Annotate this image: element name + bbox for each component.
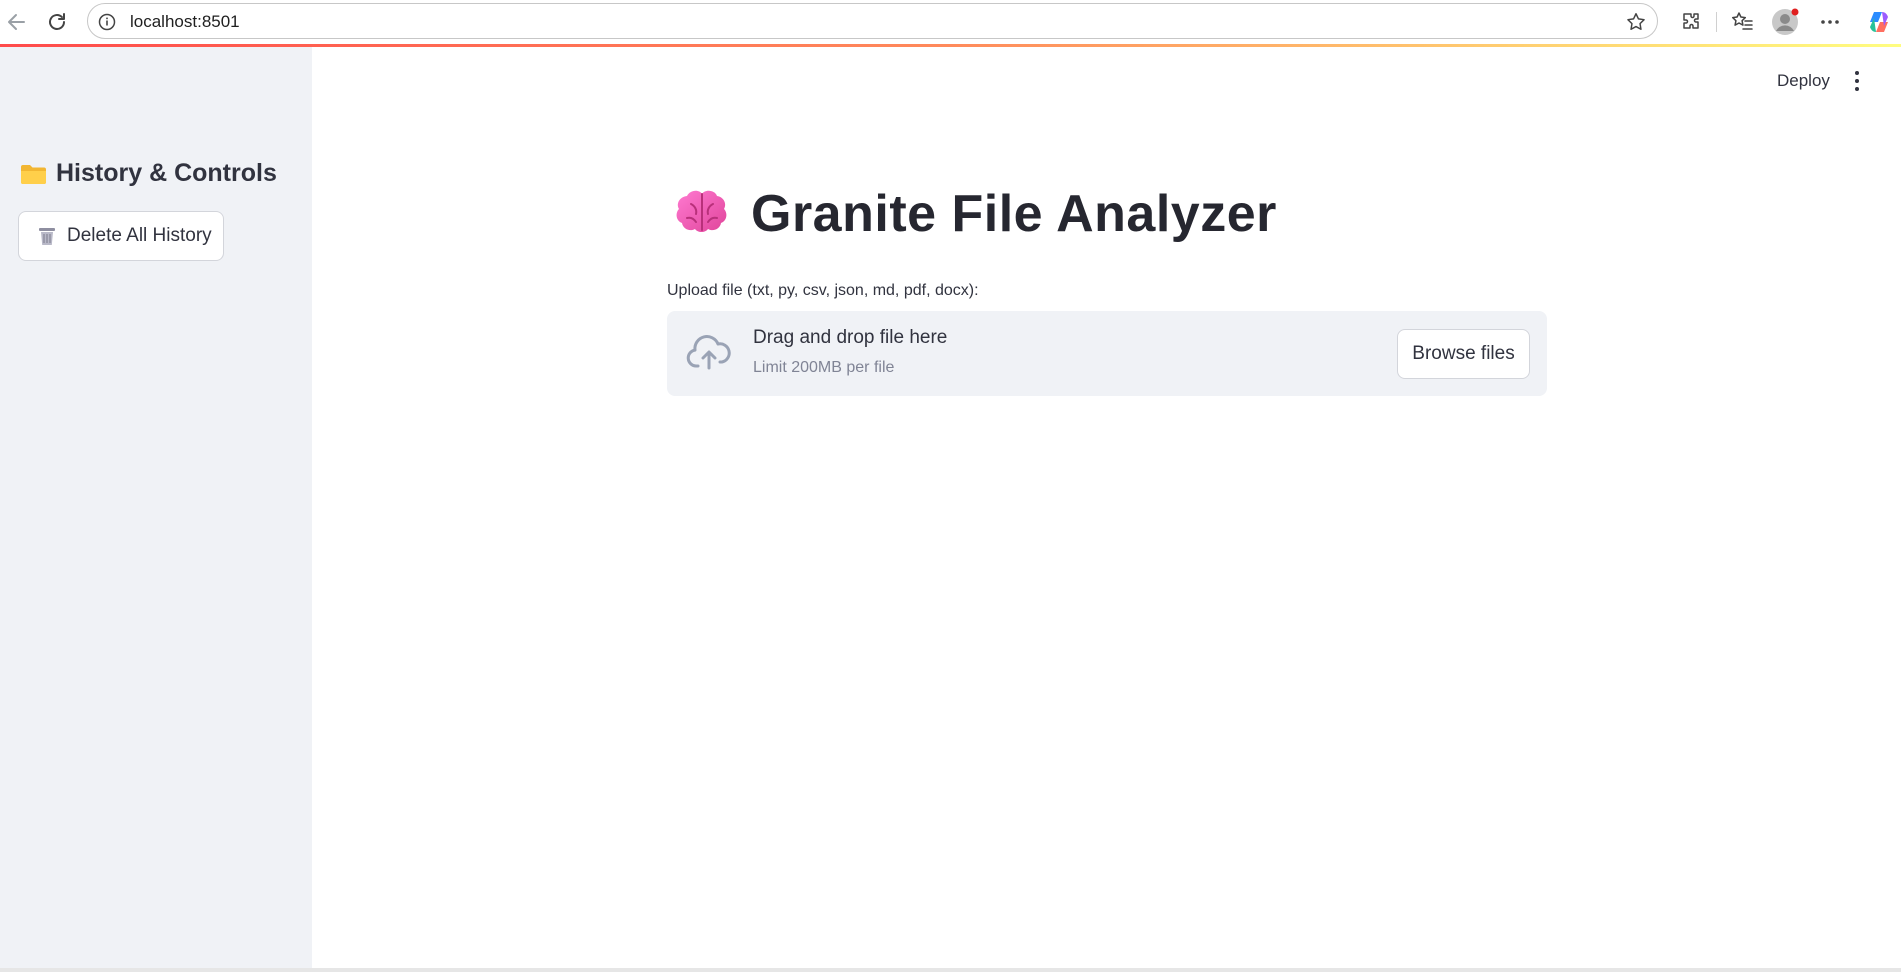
back-arrow-icon[interactable] xyxy=(0,6,32,38)
bottom-border xyxy=(0,968,1901,972)
page-title: Granite File Analyzer xyxy=(751,185,1277,243)
file-dropzone[interactable]: Drag and drop file here Limit 200MB per … xyxy=(667,311,1547,396)
delete-button-label: Delete All History xyxy=(67,225,212,246)
deploy-button[interactable]: Deploy xyxy=(1777,71,1830,91)
dropzone-title: Drag and drop file here xyxy=(753,327,948,348)
toolbar-divider xyxy=(1716,12,1717,32)
info-icon[interactable] xyxy=(98,13,116,31)
upload-label: Upload file (txt, py, csv, json, md, pdf… xyxy=(667,282,979,299)
dropzone-limit: Limit 200MB per file xyxy=(753,359,895,376)
delete-all-history-button[interactable]: Delete All History xyxy=(18,211,224,261)
url-text[interactable]: localhost:8501 xyxy=(130,12,240,32)
favorites-icon[interactable] xyxy=(1728,8,1756,36)
profile-icon[interactable] xyxy=(1771,8,1799,36)
brain-icon xyxy=(673,188,731,240)
sidebar-title: History & Controls xyxy=(20,159,277,188)
main-content: Deploy Granite File Analyzer Upload file… xyxy=(312,47,1901,968)
browse-files-button[interactable]: Browse files xyxy=(1397,329,1530,379)
sidebar-title-text: History & Controls xyxy=(56,159,277,187)
kebab-menu-icon[interactable] xyxy=(1852,69,1862,93)
address-bar[interactable]: localhost:8501 xyxy=(87,3,1658,39)
reload-icon[interactable] xyxy=(41,6,73,38)
star-icon[interactable] xyxy=(1625,11,1647,33)
cloud-upload-icon xyxy=(686,334,732,372)
copilot-icon[interactable] xyxy=(1865,8,1893,36)
sidebar: History & Controls Delete All History xyxy=(0,47,312,968)
page-title-row: Granite File Analyzer xyxy=(673,184,1277,244)
folder-icon xyxy=(20,163,47,185)
browser-toolbar: localhost:8501 xyxy=(0,0,1901,44)
trash-icon xyxy=(36,225,58,247)
more-icon[interactable] xyxy=(1816,8,1844,36)
extensions-icon[interactable] xyxy=(1677,8,1705,36)
